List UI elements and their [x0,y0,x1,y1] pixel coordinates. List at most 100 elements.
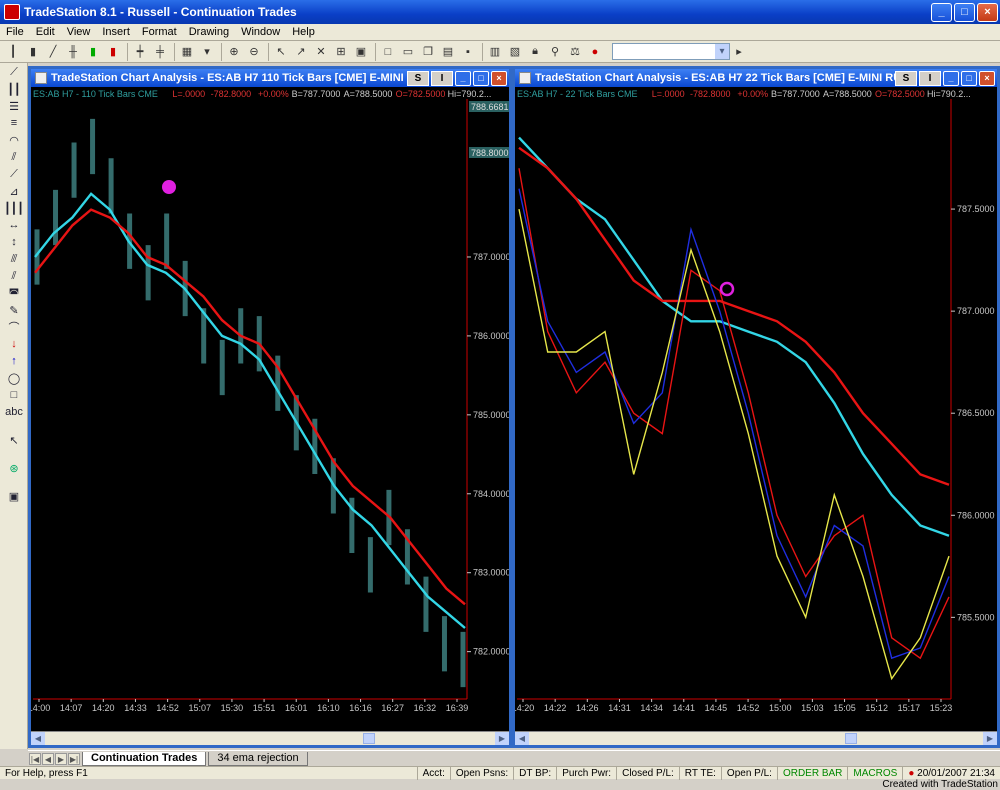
pointer-icon[interactable]: ↖ [3,432,25,448]
scroll-right-icon[interactable]: ▶ [495,732,509,745]
trendline-icon[interactable]: ⟋ [3,64,25,80]
chart-close-button[interactable]: × [979,70,995,86]
menu-help[interactable]: Help [286,26,321,38]
andrews-pitchfork-icon[interactable]: ⫻ [3,251,25,267]
last-sheet-icon[interactable]: ▶| [68,752,80,765]
scroll-thumb[interactable] [845,733,857,744]
scroll-right-icon[interactable]: ▶ [983,732,997,745]
folder-icon[interactable]: ▤ [439,43,457,61]
grid-icon[interactable]: ▦ [178,43,196,61]
volume-icon[interactable]: ▮ [104,43,122,61]
chart-minimize-button[interactable]: _ [455,70,471,86]
minimize-button[interactable]: _ [931,2,952,22]
link-icon[interactable]: ⚲ [546,43,564,61]
chart-s-button[interactable]: S [895,70,917,86]
gann-icon[interactable]: ⊿ [3,183,25,199]
chart-maximize-button[interactable]: □ [961,70,977,86]
scale-balance-icon[interactable]: ⚖︎ [566,43,584,61]
speed-lines-icon[interactable]: ⟋ [3,166,25,182]
candle-icon[interactable]: ▮ [24,43,42,61]
chart-minimize-button[interactable]: _ [943,70,959,86]
copy-icon[interactable]: ❐ [419,43,437,61]
window-icon[interactable]: ▣ [3,488,25,504]
globe-icon[interactable]: ⊛ [3,460,25,476]
arc-icon[interactable]: ◠ [3,132,25,148]
open-icon[interactable]: ▭ [399,43,417,61]
chart-close-button[interactable]: × [491,70,507,86]
new-icon[interactable]: □ [379,43,397,61]
arrow-up-icon[interactable]: ↑ [3,353,25,369]
scroll-thumb[interactable] [363,733,375,744]
format-icon[interactable]: ▣ [352,43,370,61]
x-tick-label: 15:07 [189,703,212,713]
play-icon[interactable]: ▸ [730,43,748,61]
status-macros[interactable]: MACROS [847,766,902,780]
horizontal-lines-icon[interactable]: ☰ [3,98,25,114]
lock-icon[interactable]: 🔒︎ [526,43,544,61]
color-icon[interactable]: ● [586,43,604,61]
chart-window-110-tick[interactable]: TradeStation Chart Analysis - ES:AB H7 1… [28,66,512,748]
menu-window[interactable]: Window [235,26,286,38]
next-sheet-icon[interactable]: ▶ [55,752,67,765]
insert-indicator-icon[interactable]: ⊞ [332,43,350,61]
maximize-button[interactable]: □ [954,2,975,22]
close-button[interactable]: × [977,2,998,22]
status-order-bar[interactable]: ORDER BAR [776,766,847,780]
symbol-combo[interactable] [612,43,730,60]
chart-maximize-button[interactable]: □ [473,70,489,86]
arc-fib-icon[interactable]: ◚ [3,285,25,301]
vertical-arrow-icon[interactable]: ↕ [3,234,25,250]
horizontal-scrollbar[interactable]: ◀ ▶ [31,731,509,745]
scale-icon[interactable]: ┿ [131,43,149,61]
tools-icon[interactable]: ✕ [312,43,330,61]
horizontal-arrow-icon[interactable]: ↔ [3,217,25,233]
data-line-last: L=.0000 [652,89,685,99]
candle-color-icon[interactable]: ▮ [84,43,102,61]
save-icon[interactable]: ▪ [459,43,477,61]
vertical-lines-icon[interactable]: ┃┃ [3,81,25,97]
chart-i-button[interactable]: I [431,70,453,86]
menu-drawing[interactable]: Drawing [183,26,235,38]
rectangle-icon[interactable]: □ [3,387,25,403]
cycle-icon[interactable]: ┃┃┃ [3,200,25,216]
pencil-icon[interactable]: ✎ [3,302,25,318]
arrow-down-icon[interactable]: ↓ [3,336,25,352]
horizontal-scrollbar[interactable]: ◀ ▶ [515,731,997,745]
data-line-symbol: ES:AB H7 - 110 Tick Bars CME [33,89,158,99]
text-icon[interactable]: abc [3,404,25,420]
print-icon[interactable]: ▥ [486,43,504,61]
last-price-label: 788.6681 [471,102,509,112]
fib-icon[interactable]: ⫽ [3,149,25,165]
zoom-out-icon[interactable]: ⊖ [245,43,263,61]
zoom-in-icon[interactable]: ⊕ [225,43,243,61]
bar-icon[interactable]: ╫ [64,43,82,61]
chart-s-button[interactable]: S [407,70,429,86]
menu-edit[interactable]: Edit [30,26,61,38]
scroll-left-icon[interactable]: ◀ [515,732,529,745]
price-chart-110-tick[interactable]: ES:AB H7 - 110 Tick Bars CME L=.0000 -782.… [31,87,509,733]
tab-34-ema-rejection[interactable]: 34 ema rejection [208,751,308,766]
prev-sheet-icon[interactable]: ◀ [42,752,54,765]
status-open-psns: Open Psns: [449,766,513,780]
chart-i-button[interactable]: I [919,70,941,86]
menu-format[interactable]: Format [136,26,183,38]
tab-continuation-trades[interactable]: Continuation Trades [82,751,207,766]
curve-icon[interactable]: ⌒ [3,319,25,335]
channel-icon[interactable]: ≡ [3,115,25,131]
pointer-icon[interactable]: ↖ [272,43,290,61]
scroll-left-icon[interactable]: ◀ [31,732,45,745]
dropdown-icon[interactable]: ▾ [198,43,216,61]
menu-view[interactable]: View [61,26,97,38]
chart-window-22-tick[interactable]: TradeStation Chart Analysis - ES:AB H7 2… [512,66,1000,748]
line-chart-icon[interactable]: ╱ [44,43,62,61]
price-chart-22-tick[interactable]: ES:AB H7 - 22 Tick Bars CME L=.0000 -782.8… [515,87,997,733]
regression-icon[interactable]: ⫽ [3,268,25,284]
bar-chart-icon[interactable]: ┃ [4,43,22,61]
menu-file[interactable]: File [0,26,30,38]
bars-icon[interactable]: ╪ [151,43,169,61]
crosshair-icon[interactable]: ↗ [292,43,310,61]
ellipse-icon[interactable]: ◯ [3,370,25,386]
first-sheet-icon[interactable]: |◀ [29,752,41,765]
menu-insert[interactable]: Insert [96,26,136,38]
print-preview-icon[interactable]: ▧ [506,43,524,61]
